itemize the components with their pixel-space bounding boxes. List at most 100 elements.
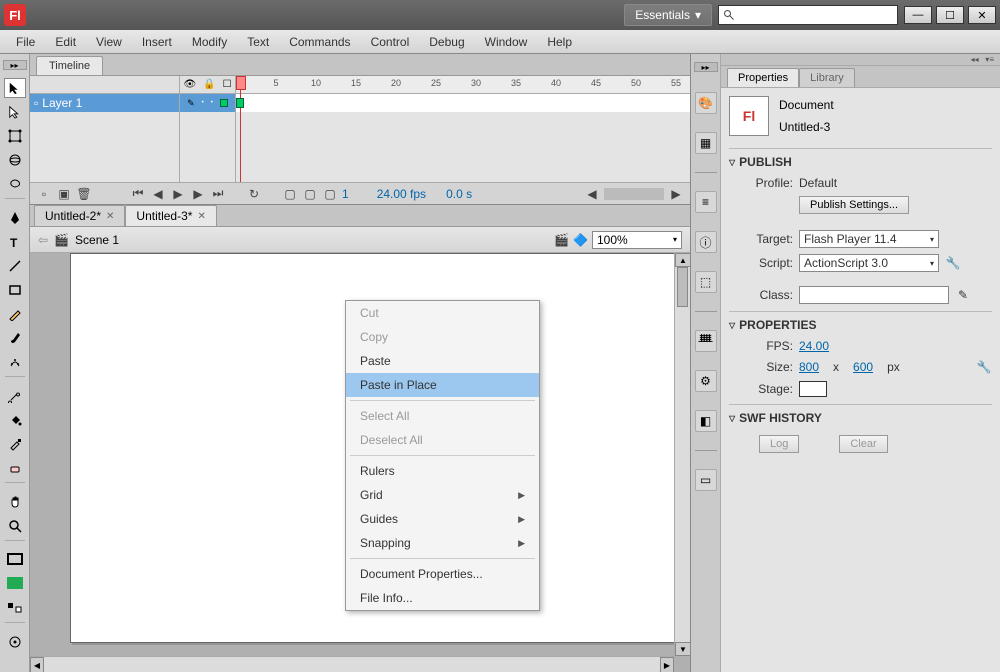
new-folder-button[interactable]: ▣ xyxy=(56,186,72,202)
menu-debug[interactable]: Debug xyxy=(419,32,474,52)
bone-tool[interactable] xyxy=(4,386,26,406)
document-tab[interactable]: Untitled-2* ✕ xyxy=(34,205,125,226)
selection-tool[interactable] xyxy=(4,78,26,98)
maximize-button[interactable]: ☐ xyxy=(936,6,964,24)
context-file-info[interactable]: File Info... xyxy=(346,586,539,610)
edit-scene-icon[interactable]: 🎬 xyxy=(554,233,569,247)
prev-frame-button[interactable]: ◀ xyxy=(150,186,166,202)
align-panel-icon[interactable]: ≡ xyxy=(695,191,717,213)
menu-text[interactable]: Text xyxy=(237,32,279,52)
hand-tool[interactable] xyxy=(4,492,26,512)
swf-history-section-header[interactable]: ▽ SWF HISTORY xyxy=(729,407,992,429)
zoom-tool[interactable] xyxy=(4,516,26,536)
onion-skin-button[interactable]: ▢ xyxy=(282,186,298,202)
stroke-color-swatch[interactable] xyxy=(4,550,26,570)
context-copy[interactable]: Copy xyxy=(346,325,539,349)
workspace-switcher[interactable]: Essentials ▾ xyxy=(624,4,712,26)
info-panel-icon[interactable]: ⓘ xyxy=(695,231,717,253)
properties-section-header[interactable]: ▽ PROPERTIES xyxy=(729,314,992,336)
delete-layer-button[interactable]: 🗑 xyxy=(76,186,92,202)
eraser-tool[interactable] xyxy=(4,458,26,478)
context-deselect-all[interactable]: Deselect All xyxy=(346,428,539,452)
horizontal-scrollbar[interactable]: ◀ ▶ xyxy=(30,656,674,672)
loop-button[interactable]: ↻ xyxy=(246,186,262,202)
new-layer-button[interactable]: ▫ xyxy=(36,186,52,202)
first-frame-button[interactable]: ⏮ xyxy=(130,186,146,202)
log-button[interactable]: Log xyxy=(759,435,799,453)
layer-row[interactable]: ▫ Layer 1 xyxy=(30,94,179,112)
swatches-panel-icon[interactable]: ▦ xyxy=(695,132,717,154)
pencil-tool[interactable] xyxy=(4,304,26,324)
brush-tool[interactable] xyxy=(4,328,26,348)
outline-icon[interactable]: ☐ xyxy=(223,79,232,90)
script-select[interactable]: ActionScript 3.0 ▾ xyxy=(799,254,939,272)
scroll-right-button[interactable]: ▶ xyxy=(668,186,684,202)
subselection-tool[interactable] xyxy=(4,102,26,122)
transform-panel-icon[interactable]: ⬚ xyxy=(695,271,717,293)
menu-help[interactable]: Help xyxy=(537,32,582,52)
edit-class-icon[interactable]: ✎ xyxy=(955,287,971,303)
scrollbar-thumb[interactable] xyxy=(677,267,688,307)
minimize-button[interactable]: — xyxy=(904,6,932,24)
size-settings-icon[interactable]: 🔧 xyxy=(976,359,992,375)
edit-multiple-frames-button[interactable]: ▢ xyxy=(322,186,338,202)
lasso-tool[interactable] xyxy=(4,174,26,194)
pen-tool[interactable] xyxy=(4,208,26,228)
motion-presets-icon[interactable]: ◧ xyxy=(695,410,717,432)
text-tool[interactable]: T xyxy=(4,232,26,252)
menu-insert[interactable]: Insert xyxy=(132,32,182,52)
library-tab[interactable]: Library xyxy=(799,68,855,87)
free-transform-tool[interactable] xyxy=(4,126,26,146)
clear-button[interactable]: Clear xyxy=(839,435,887,453)
snap-to-object[interactable] xyxy=(4,632,26,652)
size-height[interactable]: 600 xyxy=(853,360,873,374)
menu-edit[interactable]: Edit xyxy=(45,32,86,52)
timeline-tab[interactable]: Timeline xyxy=(36,56,103,75)
color-panel-icon[interactable]: 🎨 xyxy=(695,92,717,114)
scroll-down-button[interactable]: ▼ xyxy=(675,642,690,656)
search-input[interactable] xyxy=(718,5,898,25)
project-panel-icon[interactable]: ▭ xyxy=(695,469,717,491)
context-paste[interactable]: Paste xyxy=(346,349,539,373)
menu-control[interactable]: Control xyxy=(361,32,420,52)
scroll-left-button[interactable]: ◀ xyxy=(30,657,44,672)
context-snapping[interactable]: Snapping▶ xyxy=(346,531,539,555)
edit-symbols-icon[interactable]: 🔷 xyxy=(573,233,588,247)
paint-bucket-tool[interactable] xyxy=(4,410,26,430)
context-document-properties[interactable]: Document Properties... xyxy=(346,562,539,586)
panel-collapse[interactable]: ◂◂ ▾≡ xyxy=(721,54,1000,66)
script-settings-icon[interactable]: 🔧 xyxy=(945,255,961,271)
context-paste-in-place[interactable]: Paste in Place xyxy=(346,373,539,397)
last-frame-button[interactable]: ⏭ xyxy=(210,186,226,202)
vertical-scrollbar[interactable]: ▲ ▼ xyxy=(674,253,690,656)
document-tab[interactable]: Untitled-3* ✕ xyxy=(125,205,216,226)
deco-tool[interactable] xyxy=(4,352,26,372)
rectangle-tool[interactable] xyxy=(4,280,26,300)
swap-colors[interactable] xyxy=(4,598,26,618)
size-width[interactable]: 800 xyxy=(799,360,819,374)
close-button[interactable]: ✕ xyxy=(968,6,996,24)
timeline-track[interactable] xyxy=(236,94,690,112)
tools-collapse[interactable]: ▸▸ xyxy=(3,60,27,70)
publish-section-header[interactable]: ▽ PUBLISH xyxy=(729,151,992,173)
dock-collapse[interactable]: ▸▸ xyxy=(694,62,718,72)
context-cut[interactable]: Cut xyxy=(346,301,539,325)
properties-tab[interactable]: Properties xyxy=(727,68,799,87)
components-panel-icon[interactable]: ⚙ xyxy=(695,370,717,392)
menu-view[interactable]: View xyxy=(86,32,132,52)
onion-skin-outlines-button[interactable]: ▢ xyxy=(302,186,318,202)
back-icon[interactable]: ⇦ xyxy=(38,233,48,247)
menu-file[interactable]: File xyxy=(6,32,45,52)
fill-color-swatch[interactable] xyxy=(4,574,26,594)
close-icon[interactable]: ✕ xyxy=(106,211,114,222)
menu-modify[interactable]: Modify xyxy=(182,32,237,52)
scroll-left-button[interactable]: ◀ xyxy=(584,186,600,202)
eye-icon[interactable]: 👁 xyxy=(183,79,196,90)
timeline-ruler[interactable]: 1 5 10 15 20 25 30 35 40 45 xyxy=(236,76,690,94)
context-guides[interactable]: Guides▶ xyxy=(346,507,539,531)
stage-color-swatch[interactable] xyxy=(799,381,827,397)
menu-commands[interactable]: Commands xyxy=(279,32,360,52)
scroll-up-button[interactable]: ▲ xyxy=(675,253,690,267)
target-select[interactable]: Flash Player 11.4 ▾ xyxy=(799,230,939,248)
scroll-right-button[interactable]: ▶ xyxy=(660,657,674,672)
